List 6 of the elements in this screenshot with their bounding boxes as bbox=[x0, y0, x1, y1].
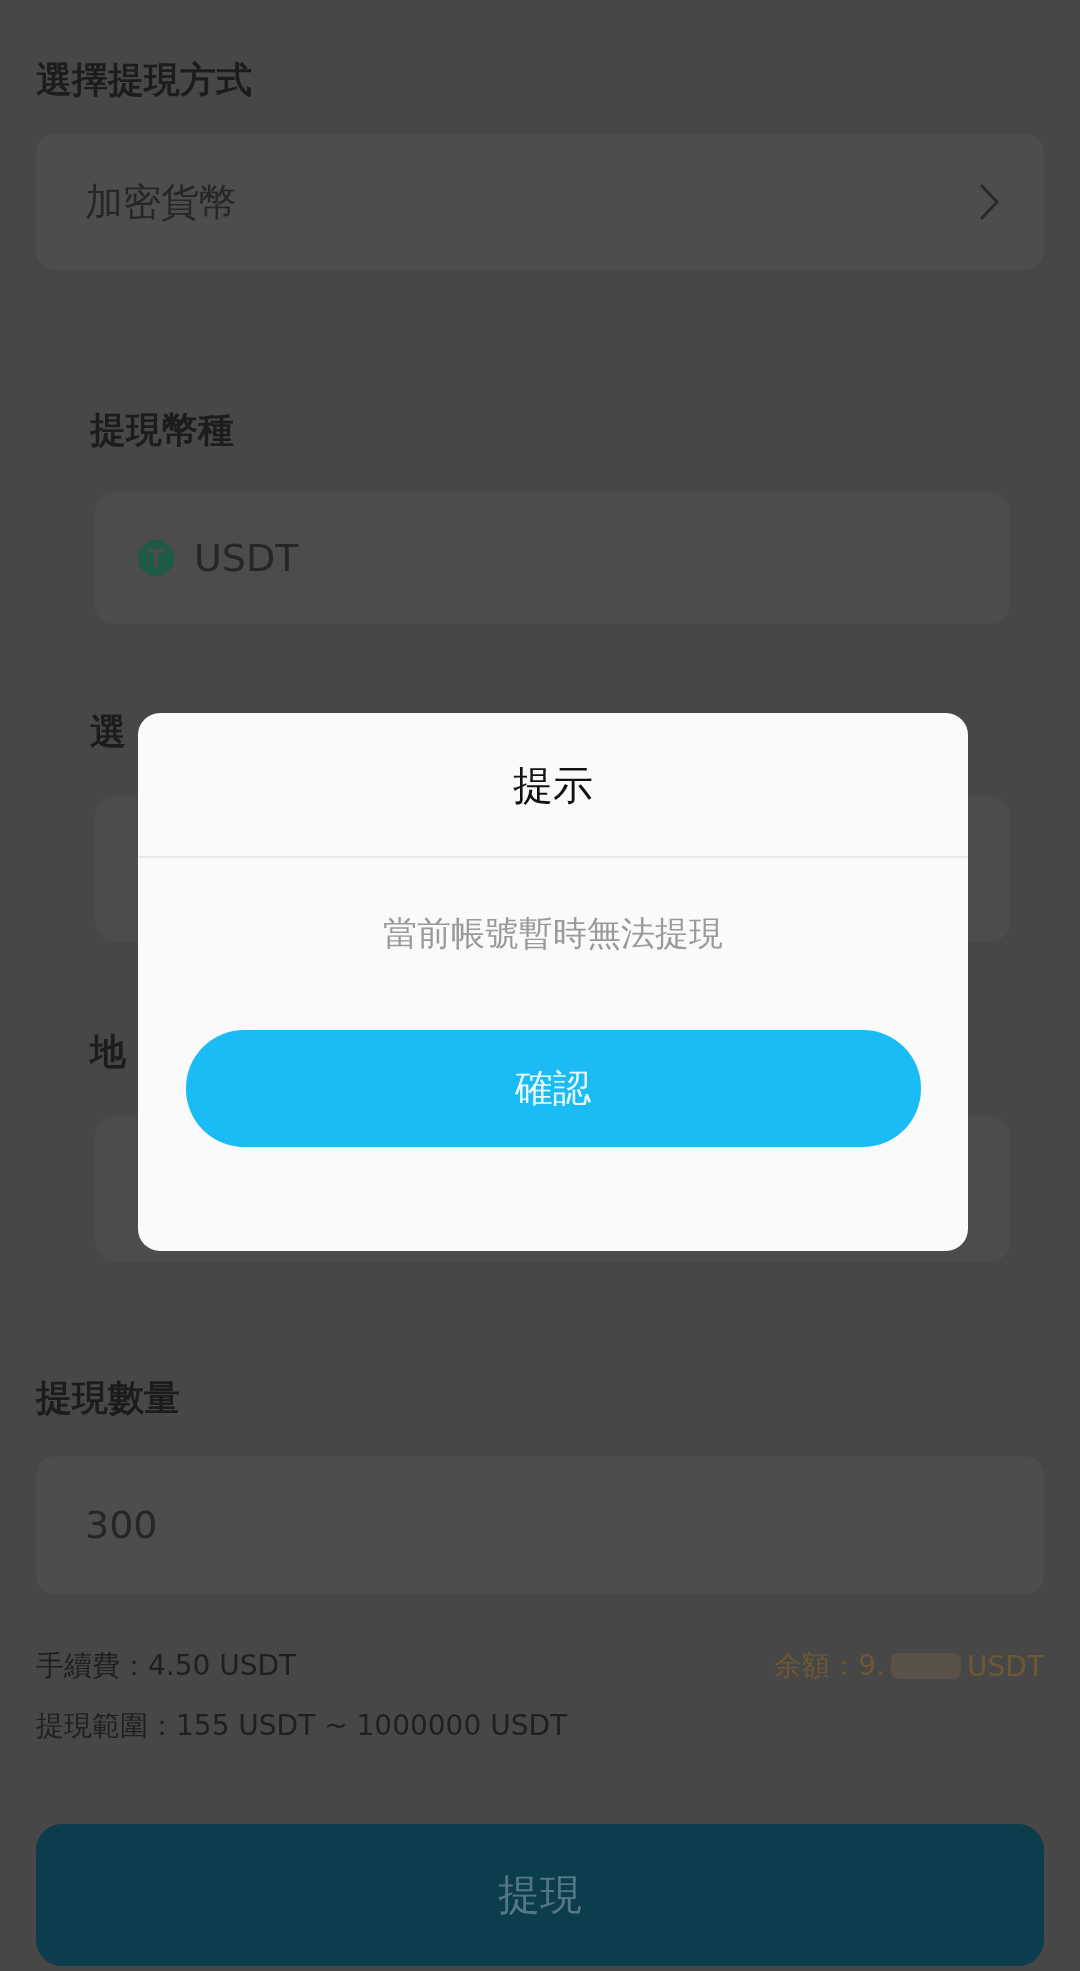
dialog-message: 當前帳號暫時無法提現 bbox=[383, 912, 723, 955]
confirm-button[interactable]: 確認 bbox=[185, 1030, 921, 1147]
withdraw-button[interactable]: 提現 bbox=[36, 1824, 1044, 1966]
chevron-right-icon bbox=[978, 182, 1000, 222]
dialog-title: 提示 bbox=[138, 713, 968, 858]
coin-icon bbox=[138, 540, 174, 576]
